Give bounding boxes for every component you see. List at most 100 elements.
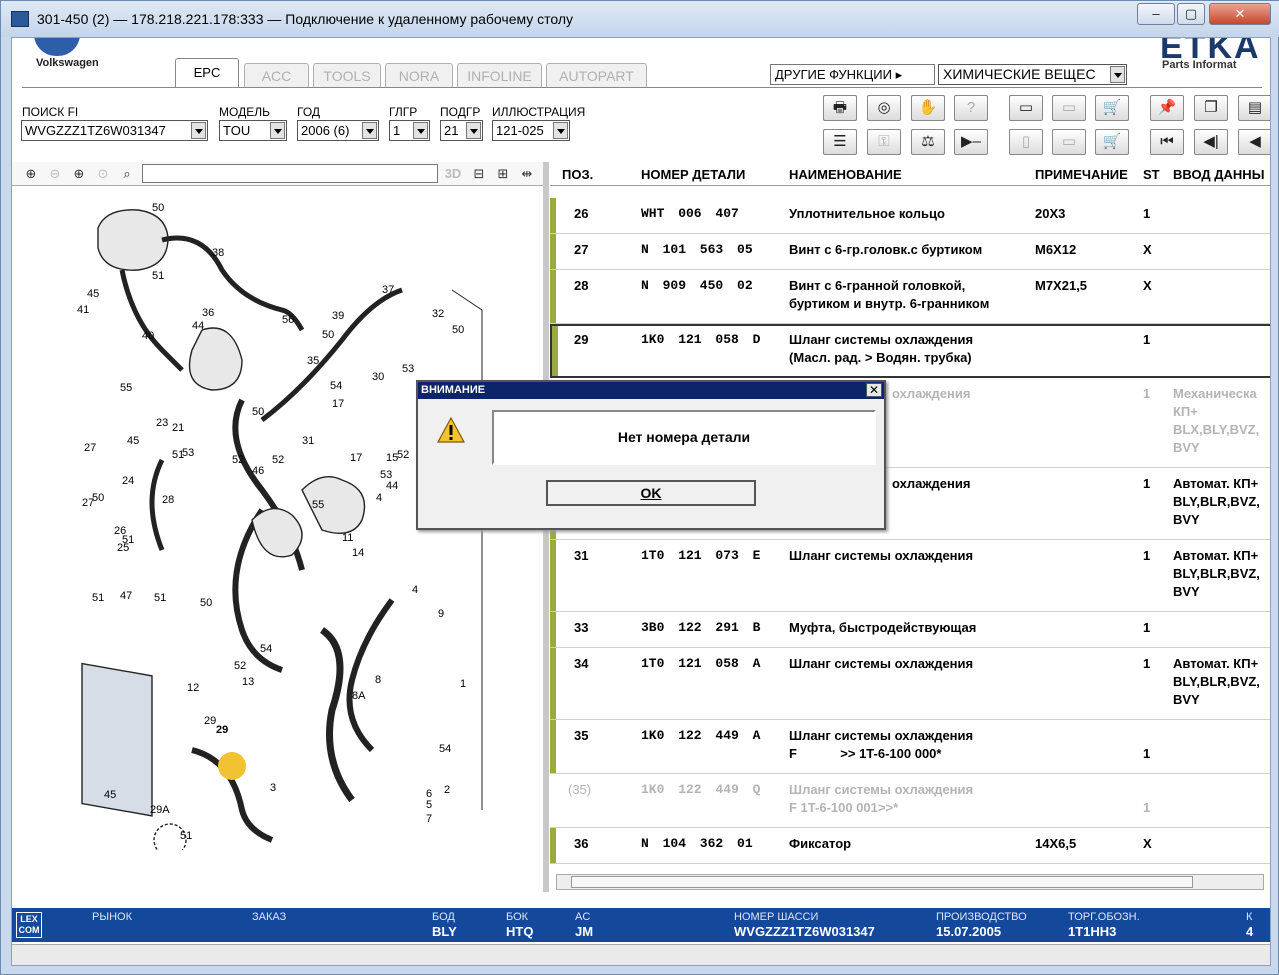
diagram-callout[interactable]: 30 xyxy=(372,371,384,383)
table-row[interactable]: (35) 1K0 122 449 Q Шланг системы охлажде… xyxy=(550,774,1270,828)
group-select[interactable]: 1 xyxy=(389,120,430,141)
diagram-callout[interactable]: 45 xyxy=(127,435,139,447)
diagram-callout[interactable]: 50 xyxy=(200,597,212,609)
diagram-callout[interactable]: 52 xyxy=(397,449,409,461)
col-part-number[interactable]: НОМЕР ДЕТАЛИ xyxy=(641,167,745,182)
resize-arrows-icon[interactable]: ⇹ xyxy=(516,164,538,184)
diagram-callout[interactable]: 52 xyxy=(234,660,246,672)
diagram-callout[interactable]: 51 xyxy=(180,830,192,842)
diagram-callout[interactable]: 2 xyxy=(444,784,450,796)
col-st[interactable]: ST xyxy=(1143,167,1160,182)
diagram-callout[interactable]: 45 xyxy=(87,288,99,300)
diagram-callout[interactable]: 27 xyxy=(82,497,94,509)
diagram-callout[interactable]: 38 xyxy=(212,247,224,259)
disc-icon[interactable]: ◎ xyxy=(867,95,901,121)
tab-infoline[interactable]: INFOLINE xyxy=(457,63,542,87)
table-row-selected[interactable]: 29 1K0 121 058 D Шланг системы охлаждени… xyxy=(550,324,1270,378)
chevron-down-icon[interactable] xyxy=(413,122,428,139)
col-note[interactable]: ПРИМЕЧАНИЕ xyxy=(1035,167,1128,182)
pin-icon[interactable]: 📌 xyxy=(1150,95,1184,121)
previous-page-icon[interactable]: ◀| xyxy=(1194,129,1228,155)
play-minus-icon[interactable]: ▶– xyxy=(954,129,988,155)
diagram-callout[interactable]: 8 xyxy=(375,674,381,686)
diagram-callout[interactable]: 36 xyxy=(202,307,214,319)
window-hscroll[interactable] xyxy=(12,944,1270,965)
diagram-callout[interactable]: 54 xyxy=(439,743,451,755)
diagram-callout[interactable]: 14 xyxy=(352,547,364,559)
tab-acc[interactable]: ACC xyxy=(244,63,309,87)
col-data-input[interactable]: ВВОД ДАННЫ xyxy=(1173,167,1264,182)
diagram-callout[interactable]: 52 xyxy=(272,454,284,466)
book-icon[interactable]: ▤ xyxy=(1238,95,1270,121)
diagram-callout[interactable]: 54 xyxy=(260,643,272,655)
diagram-callout[interactable]: 17 xyxy=(332,398,344,410)
diagram-callout[interactable]: 27 xyxy=(84,442,96,454)
other-functions-button[interactable]: ДРУГИЕ ФУНКЦИИ ▸ xyxy=(770,64,935,85)
elsa-icon[interactable]: ▭ xyxy=(1009,95,1043,121)
table-row[interactable]: 35 1K0 122 449 A Шланг системы охлаждени… xyxy=(550,720,1270,774)
diagram-search-field[interactable] xyxy=(142,164,438,183)
table-row[interactable]: 31 1T0 121 073 E Шланг системы охлаждени… xyxy=(550,540,1270,612)
illustration-select[interactable]: 121-025 xyxy=(492,120,570,141)
diagram-callout[interactable]: 51 xyxy=(154,592,166,604)
tab-tools[interactable]: TOOLS xyxy=(313,63,381,87)
zoom-in-icon[interactable]: ⊕ xyxy=(20,164,42,184)
diagram-callout[interactable]: 41 xyxy=(77,304,89,316)
layout-icon[interactable]: ⊞ xyxy=(492,164,514,184)
diagram-callout[interactable]: 3 xyxy=(270,782,276,794)
diagram-callout[interactable]: 25 xyxy=(117,542,129,554)
diagram-callout[interactable]: 26 xyxy=(114,525,126,537)
diagram-callout[interactable]: 39 xyxy=(332,310,344,322)
diagram-callout[interactable]: 13 xyxy=(242,676,254,688)
zoom-fit-icon[interactable]: ⊕ xyxy=(68,164,90,184)
minimize-button[interactable]: – xyxy=(1137,3,1175,25)
tab-autopart[interactable]: AUTOPART xyxy=(546,63,647,87)
dialog-close-button[interactable]: ✕ xyxy=(866,383,882,397)
close-button[interactable]: ✕ xyxy=(1209,3,1271,25)
diagram-callout[interactable]: 7 xyxy=(426,813,432,825)
tab-epc[interactable]: EPC xyxy=(175,58,239,88)
balance-icon[interactable]: ⚖ xyxy=(911,129,945,155)
tab-nora[interactable]: NORA xyxy=(385,63,453,87)
diagram-callout[interactable]: 40 xyxy=(142,330,154,342)
diagram-callout[interactable]: 31 xyxy=(302,435,314,447)
diagram-callout[interactable]: 44 xyxy=(192,320,204,332)
diagram-callout[interactable]: 11 xyxy=(342,532,353,544)
restore-button[interactable]: ▢ xyxy=(1177,3,1205,25)
diagram-callout[interactable]: 56 xyxy=(282,314,294,326)
cart-transfer-icon[interactable]: 🛒 xyxy=(1095,95,1129,121)
search-field[interactable]: WVGZZZ1TZ6W031347 xyxy=(21,120,208,141)
diagram-callout[interactable]: 37 xyxy=(382,284,394,296)
table-row[interactable]: 36 N 104 362 01 Фиксатор 14X6,5 X xyxy=(550,828,1270,864)
year-select[interactable]: 2006 (6) xyxy=(297,120,379,141)
split-view-icon[interactable]: ⊟ xyxy=(468,164,490,184)
diagram-callout[interactable]: 52 xyxy=(232,454,244,466)
previous-icon[interactable]: ◀ xyxy=(1238,129,1270,155)
diagram-callout[interactable]: 50 xyxy=(152,202,164,214)
other-functions-select[interactable]: ХИМИЧЕСКИЕ ВЕЩЕС xyxy=(938,64,1127,85)
hscroll-thumb[interactable] xyxy=(571,876,1193,888)
chevron-down-icon[interactable] xyxy=(553,122,568,139)
table-row[interactable]: 34 1T0 121 058 A Шланг системы охлаждени… xyxy=(550,648,1270,720)
diagram-callout[interactable]: 53 xyxy=(402,363,414,375)
diagram-callout[interactable]: 55 xyxy=(120,382,132,394)
col-name[interactable]: НАИМЕНОВАНИЕ xyxy=(789,167,902,182)
diagram-callout[interactable]: 4 xyxy=(376,492,382,504)
diagram-callout[interactable]: 50 xyxy=(322,329,334,341)
chevron-down-icon[interactable] xyxy=(1110,66,1125,83)
diagram-callout[interactable]: 35 xyxy=(307,355,319,367)
diagram-callout[interactable]: 28 xyxy=(162,494,174,506)
diagram-callout-highlighted[interactable]: 29 xyxy=(216,724,228,736)
pages-icon[interactable]: ❐ xyxy=(1194,95,1228,121)
handshake-icon[interactable]: ✋ xyxy=(911,95,945,121)
diagram-callout[interactable]: 29 xyxy=(204,715,216,727)
diagram-callout[interactable]: 17 xyxy=(350,452,362,464)
magnifier-icon[interactable]: ⌕ xyxy=(116,164,138,184)
parts-table-hscroll[interactable] xyxy=(556,874,1264,890)
diagram-callout[interactable]: 23 xyxy=(156,417,168,429)
table-row[interactable]: 28 N 909 450 02 Винт с 6-гранной головко… xyxy=(550,270,1270,324)
chevron-down-icon[interactable] xyxy=(362,122,377,139)
list-icon[interactable]: ☰ xyxy=(823,129,857,155)
diagram-callout[interactable]: 44 xyxy=(386,480,398,492)
diagram-callout[interactable]: 53 xyxy=(380,469,392,481)
